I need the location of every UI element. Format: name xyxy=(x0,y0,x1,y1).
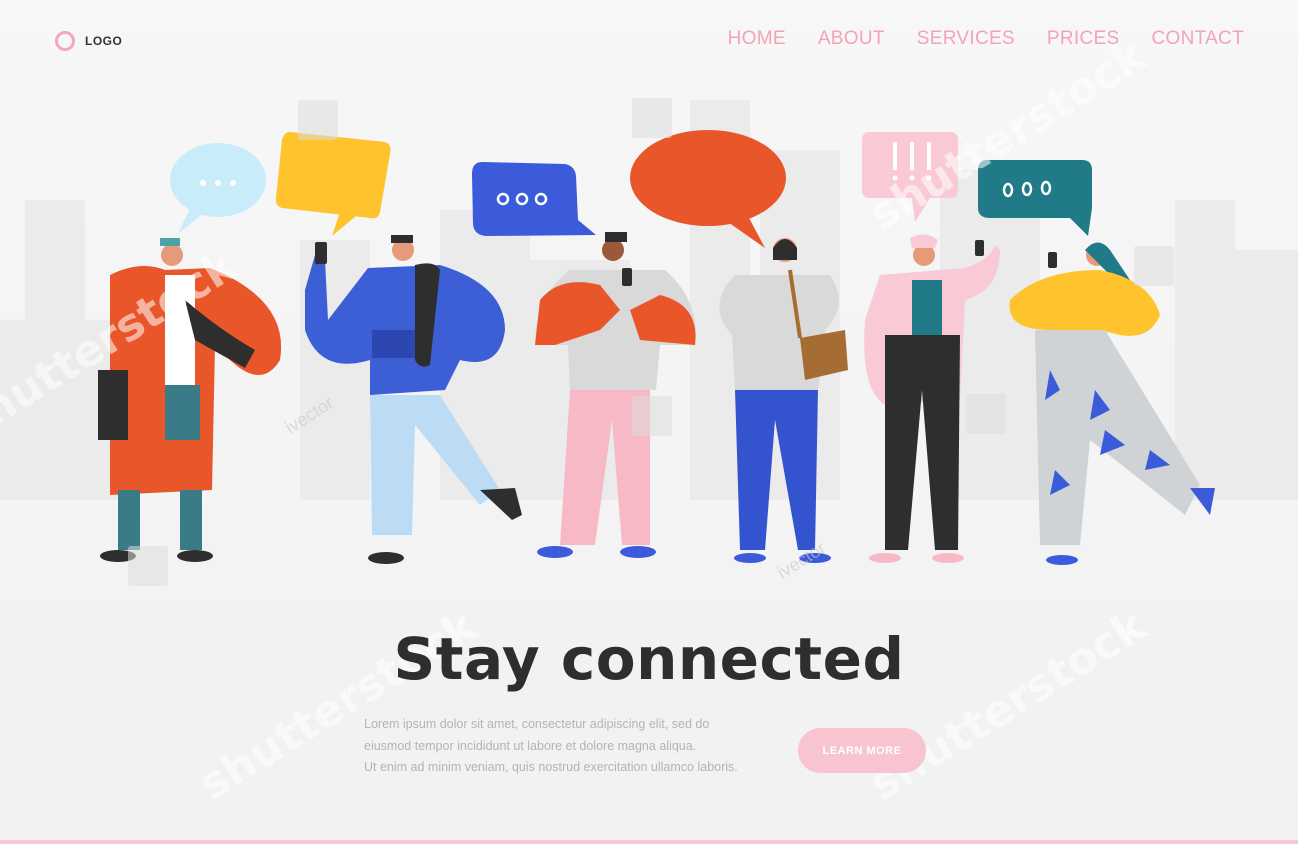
logo[interactable]: LOGO xyxy=(55,31,122,51)
logo-text: LOGO xyxy=(85,34,123,48)
speech-bubble-blue xyxy=(472,162,596,236)
learn-more-button[interactable]: LEARN MORE xyxy=(798,728,926,773)
watermark-stamp-icon xyxy=(128,546,168,586)
speech-bubble-light-blue xyxy=(170,143,266,234)
body-line: Ut enim ad minim veniam, quis nostrud ex… xyxy=(364,760,738,774)
bottom-accent-strip xyxy=(0,840,1298,844)
nav-home[interactable]: HOME xyxy=(728,28,786,50)
body-line: eiusmod tempor incididunt ut labore et d… xyxy=(364,738,697,753)
person-orange-coat xyxy=(98,238,282,562)
watermark-stamp-icon xyxy=(1134,246,1174,286)
watermark-stamp-icon xyxy=(966,394,1006,434)
main-nav: HOME ABOUT SERVICES PRICES CONTACT xyxy=(728,28,1244,50)
body-line: Lorem ipsum dolor sit amet, consectetur … xyxy=(364,717,710,731)
page-headline: Stay connected xyxy=(393,625,905,693)
nav-services[interactable]: SERVICES xyxy=(917,28,1015,50)
nav-about[interactable]: ABOUT xyxy=(818,28,885,50)
watermark-stamp-icon xyxy=(298,100,338,140)
people-chatting-illustration xyxy=(0,100,1298,565)
speech-bubble-yellow xyxy=(275,132,391,236)
watermark-stamp-icon xyxy=(632,98,672,138)
hero-body-text: Lorem ipsum dolor sit amet, consectetur … xyxy=(364,714,774,779)
watermark-stamp-icon xyxy=(632,396,672,436)
logo-ring-icon xyxy=(55,31,75,51)
nav-contact[interactable]: CONTACT xyxy=(1151,28,1244,50)
nav-prices[interactable]: PRICES xyxy=(1047,28,1120,50)
